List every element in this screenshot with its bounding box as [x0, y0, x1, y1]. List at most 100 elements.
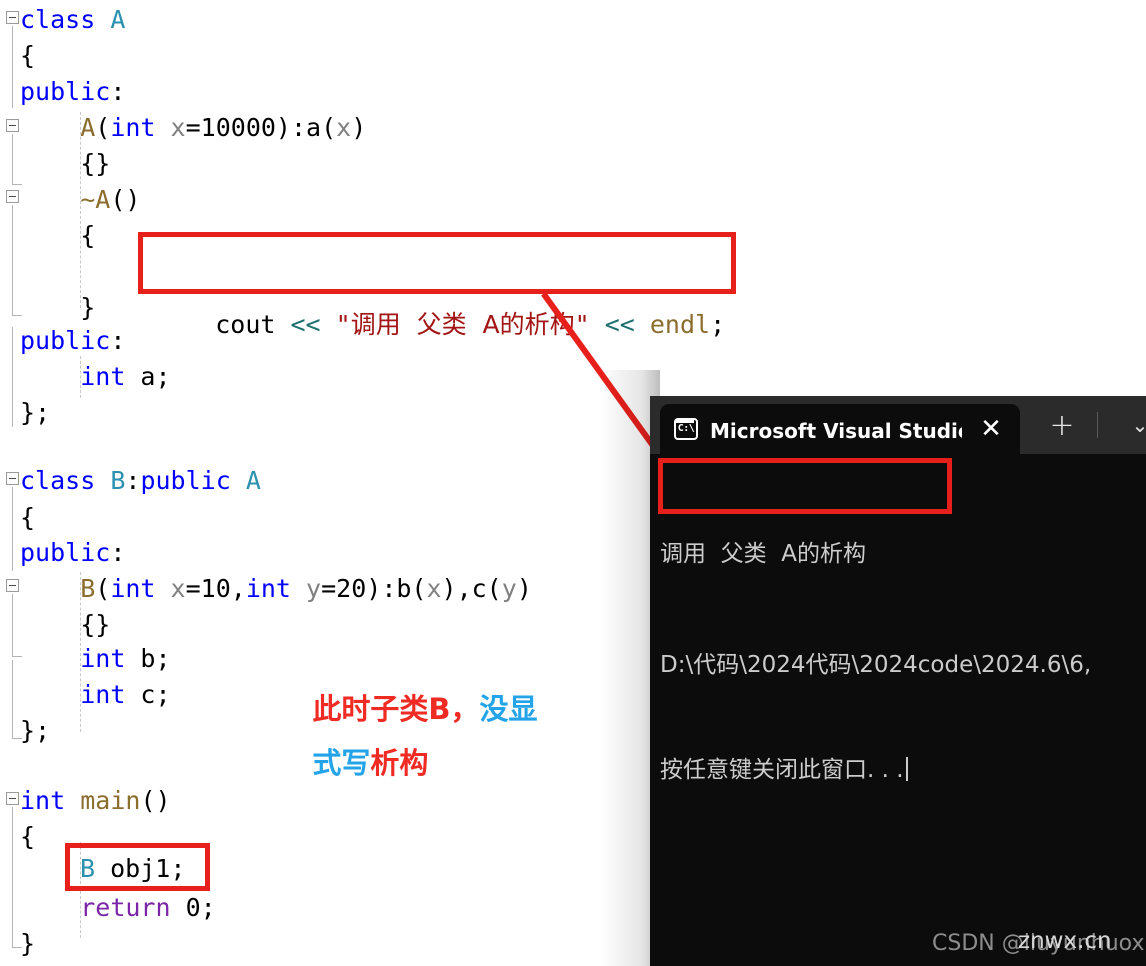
code-token: B: [20, 574, 96, 603]
code-token: public: [20, 77, 111, 106]
terminal-tab[interactable]: C:\ Microsoft Visual Studio 调试控: [660, 404, 1020, 454]
code-fold-line: [12, 487, 13, 571]
code-token: {: [20, 503, 36, 532]
code-token: =10000):a(: [185, 113, 337, 142]
code-token: (): [140, 786, 171, 815]
code-line[interactable]: }: [20, 926, 35, 962]
code-token: {}: [20, 610, 111, 639]
code-line[interactable]: int main(): [20, 783, 171, 819]
code-token: int: [110, 574, 156, 603]
code-line[interactable]: class B:public A: [20, 463, 261, 499]
close-icon[interactable]: ✕: [972, 410, 1010, 448]
annotation-text-line2: 式写析构: [272, 706, 428, 816]
code-line[interactable]: int a;: [20, 359, 170, 395]
terminal-tab-title: Microsoft Visual Studio 调试控: [710, 418, 962, 443]
code-token: };: [20, 398, 51, 427]
code-line[interactable]: A(int x=10000):a(x): [20, 110, 366, 146]
console-cmd-icon: C:\: [674, 418, 698, 440]
code-token: }: [20, 293, 96, 322]
terminal-output[interactable]: 调用 父类 A的析构 D:\代码\2024代码\2024code\2024.6\…: [650, 454, 1146, 966]
stream-operator-2: <<: [589, 310, 650, 339]
code-fold-toggle-icon[interactable]: [6, 792, 19, 805]
code-token: main: [80, 786, 141, 815]
code-token: A: [20, 113, 96, 142]
code-fold-toggle-icon[interactable]: [6, 190, 19, 203]
terminal-prompt-text: 按任意键关闭此窗口. . .: [660, 757, 904, 783]
annotation-line1-blue: 没显: [479, 692, 538, 726]
terminal-caret: [905, 757, 908, 781]
terminal-tabbar[interactable]: C:\ Microsoft Visual Studio 调试控 ✕ + ⌄: [650, 396, 1146, 454]
code-token: int: [80, 680, 126, 709]
code-line[interactable]: B(int x=10,int y=20):b(x),c(y): [20, 571, 532, 607]
code-fold-line: [12, 26, 13, 108]
annotation-line2-blue: 式写: [312, 746, 371, 780]
code-fold-toggle-icon[interactable]: [6, 11, 19, 24]
code-line[interactable]: };: [20, 395, 50, 431]
code-line[interactable]: {: [20, 218, 95, 254]
string-literal-chinese: 调用 父类 A的析构: [350, 310, 575, 339]
code-line[interactable]: {: [20, 500, 35, 536]
code-token: int: [80, 644, 126, 673]
chevron-down-icon[interactable]: ⌄: [1118, 404, 1146, 446]
code-token: int: [110, 113, 156, 142]
code-token: :: [110, 77, 126, 106]
code-token: class: [20, 5, 111, 34]
code-token: b;: [125, 644, 171, 673]
code-fold-toggle-icon[interactable]: [6, 579, 19, 592]
code-fold-line: [12, 660, 13, 738]
code-token: (): [110, 185, 141, 214]
code-token: (: [95, 574, 111, 603]
code-token: public: [20, 326, 111, 355]
code-token: {: [20, 221, 96, 250]
code-line[interactable]: public:: [20, 74, 125, 110]
code-line[interactable]: int b;: [20, 641, 171, 677]
code-token: {}: [20, 149, 111, 178]
terminal-output-prompt: 按任意键关闭此窗口. . .: [660, 753, 1146, 788]
code-token: class: [20, 466, 111, 495]
code-fold-line: [12, 134, 13, 184]
code-line[interactable]: return 0;: [20, 890, 215, 926]
code-fold-toggle-icon[interactable]: [6, 472, 19, 485]
code-token: B: [110, 466, 126, 495]
code-token: y: [501, 574, 517, 603]
terminal-output-highlighted: 调用 父类 A的析构: [660, 541, 866, 567]
endl-token: endl: [649, 310, 711, 339]
code-token: y: [306, 574, 322, 603]
code-line[interactable]: {: [20, 38, 35, 74]
code-editor[interactable]: class A{public: A(int x=10000):a(x) {} ~…: [0, 0, 660, 966]
code-line[interactable]: class A: [20, 2, 125, 38]
new-tab-icon[interactable]: +: [1040, 404, 1084, 446]
code-line[interactable]: int c;: [20, 677, 171, 713]
code-token: c;: [125, 680, 171, 709]
code-fold-toggle-icon[interactable]: [6, 119, 19, 132]
code-token: {: [20, 822, 36, 851]
code-token: int: [80, 362, 126, 391]
code-line[interactable]: {}: [20, 146, 110, 182]
code-line[interactable]: ~A(): [20, 182, 140, 218]
code-fold-line: [12, 205, 13, 315]
code-token: ): [516, 574, 532, 603]
code-token: :: [125, 466, 141, 495]
code-line[interactable]: public:: [20, 323, 125, 359]
code-token: return: [80, 893, 171, 922]
code-token: A: [110, 5, 126, 34]
code-line[interactable]: }: [20, 290, 95, 326]
code-token: public: [140, 466, 231, 495]
code-line[interactable]: };: [20, 713, 50, 749]
semicolon-token: ;: [710, 310, 726, 339]
code-line[interactable]: {}: [20, 607, 110, 643]
code-line[interactable]: {: [20, 819, 35, 855]
cout-keyword: cout: [215, 310, 291, 339]
code-line[interactable]: public:: [20, 535, 125, 571]
code-token: =20):b(: [321, 574, 427, 603]
code-token: }: [20, 929, 36, 958]
code-token: ~A: [20, 185, 111, 214]
code-token: public: [20, 538, 111, 567]
code-line-cout[interactable]: cout << "调用 父类 A的析构" << endl;: [155, 232, 725, 339]
code-token: x: [170, 113, 186, 142]
